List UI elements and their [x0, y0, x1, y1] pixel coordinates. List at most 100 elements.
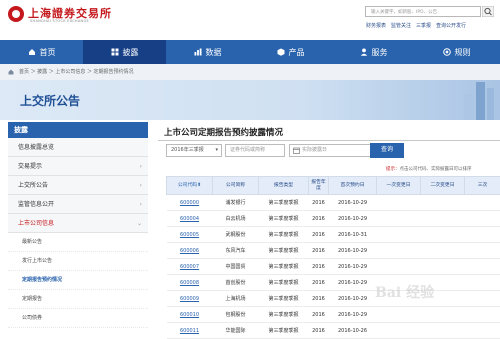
col-company-name: 公司简称 — [213, 177, 259, 195]
company-code-link[interactable]: 600004 — [167, 211, 213, 227]
table-cell: 2016 — [309, 291, 329, 307]
person-icon — [360, 48, 368, 56]
schedule-table: 公司代码⬍ 公司简称 报告类型 报告年度 首次预约日 一次变更日 二次变更日 三… — [166, 176, 500, 339]
breadcrumb-trail[interactable]: 首页 ＞ 披露 ＞ 上市公司信息 ＞ 定期报告预约情况 — [19, 64, 134, 80]
col-first-date[interactable]: 首次预约日 — [329, 177, 377, 195]
nav-products[interactable]: 产品 — [249, 40, 332, 64]
table-cell: 2016-10-29 — [329, 243, 377, 259]
top-link[interactable]: 监管关注 — [391, 22, 411, 29]
table-cell: 浦发银行 — [213, 195, 259, 211]
main-content: 上市公司定期报告预约披露情况 2016年三季报 ▾ 证券代码或简称 实际披露日 … — [158, 122, 500, 327]
top-link[interactable]: 查询公开发行 — [436, 22, 466, 29]
sidebar-subitem-bonds[interactable]: 公司债券 — [8, 309, 148, 328]
table-row: 600009上海机场第三季度季报20162016-10-29 — [167, 291, 500, 307]
table-cell: 2016-10-26 — [329, 323, 377, 339]
sidebar-subitem-reports[interactable]: 定期报告 — [8, 290, 148, 309]
table-cell: 2016-10-29 — [329, 211, 377, 227]
table-cell: 第三季度季报 — [259, 211, 309, 227]
sidebar-item-listed-company[interactable]: 上市公司信息⌄ — [8, 214, 148, 233]
nav-label: 产品 — [289, 47, 305, 58]
top-link[interactable]: 财务报表 — [366, 22, 386, 29]
col-report-type: 报告类型 — [259, 177, 309, 195]
col-change-3: 三次 — [465, 177, 500, 195]
sidebar-item-label: 上市公司信息 — [18, 220, 54, 227]
table-cell: 东风汽车 — [213, 243, 259, 259]
company-code-link[interactable]: 600005 — [167, 227, 213, 243]
query-button[interactable]: 查询 — [370, 143, 404, 158]
nav-label: 规则 — [455, 47, 471, 58]
sort-hint: 提示：点击公司代码、实际披露日可以排序 — [386, 166, 472, 172]
table-cell: 第三季度季报 — [259, 227, 309, 243]
table-cell — [377, 307, 421, 323]
table-cell — [421, 243, 465, 259]
nav-label: 首页 — [40, 47, 56, 58]
site-header: 上海證券交易所 SHANGHAI STOCK EXCHANGE 输入关键字，如新… — [0, 0, 500, 40]
table-cell: 2016-10-29 — [329, 195, 377, 211]
code-input[interactable]: 证券代码或简称 — [225, 144, 285, 157]
table-cell — [465, 259, 500, 275]
col-change-1: 一次变更日 — [377, 177, 421, 195]
company-code-link[interactable]: 600006 — [167, 243, 213, 259]
nav-disclosure[interactable]: 披露 — [83, 40, 166, 64]
column-label: 公司代码 — [178, 183, 197, 188]
sidebar-item-announcements[interactable]: 上交所公告› — [8, 176, 148, 195]
table-cell — [377, 211, 421, 227]
sidebar-subitem-schedule[interactable]: 定期报告预约情况 — [8, 271, 148, 290]
sidebar-subitem-ipo[interactable]: 发行上市公告 — [8, 252, 148, 271]
table-cell: 第三季度季报 — [259, 243, 309, 259]
sidebar-submenu: 最新公告 发行上市公告 定期报告预约情况 定期报告 公司债券 — [8, 233, 148, 328]
table-cell: 2016 — [309, 275, 329, 291]
table-cell: 白云机场 — [213, 211, 259, 227]
table-cell — [465, 227, 500, 243]
table-cell: 包钢股份 — [213, 307, 259, 323]
table-cell: 2016 — [309, 307, 329, 323]
chevron-right-icon: › — [140, 176, 142, 195]
company-code-link[interactable]: 600008 — [167, 275, 213, 291]
banner-title: 上交所公告 — [20, 92, 80, 109]
sidebar-heading: 披露 — [8, 122, 148, 138]
chevron-right-icon: › — [140, 157, 142, 176]
sidebar-item-overview[interactable]: 信息披露总览 — [8, 138, 148, 157]
table-cell: 第三季度季报 — [259, 291, 309, 307]
building-graphic — [440, 80, 500, 120]
main-nav: 首页 披露 数据 产品 服务 规则 — [0, 40, 500, 64]
search-input[interactable]: 输入关键字，如新股、IPO、公告 — [365, 6, 481, 17]
nav-label: 数据 — [206, 47, 222, 58]
top-links: 财务报表 监管关注 三季报 查询公开发行 — [366, 22, 466, 29]
breadcrumb: 首页 ＞ 披露 ＞ 上市公司信息 ＞ 定期报告预约情况 — [0, 64, 500, 80]
table-cell: 2016-10-31 — [329, 227, 377, 243]
table-cell: 首创股份 — [213, 275, 259, 291]
sidebar-item-trading-tips[interactable]: 交易提示› — [8, 157, 148, 176]
table-cell: 第三季度季报 — [259, 275, 309, 291]
sort-arrow-icon: ⬍ — [197, 183, 201, 188]
nav-data[interactable]: 数据 — [166, 40, 249, 64]
table-cell: 武钢股份 — [213, 227, 259, 243]
search-icon[interactable] — [482, 6, 494, 17]
table-cell — [465, 243, 500, 259]
company-code-link[interactable]: 600011 — [167, 323, 213, 339]
sidebar-item-regulation[interactable]: 监管信息公开› — [8, 195, 148, 214]
date-input[interactable]: 实际披露日 — [289, 144, 373, 157]
table-cell — [465, 323, 500, 339]
company-code-link[interactable]: 600000 — [167, 195, 213, 211]
nav-services[interactable]: 服务 — [332, 40, 415, 64]
table-cell: 2016-10-29 — [329, 307, 377, 323]
table-cell — [421, 195, 465, 211]
table-cell: 2016-10-29 — [329, 259, 377, 275]
top-link[interactable]: 三季报 — [416, 22, 431, 29]
table-header-row: 公司代码⬍ 公司简称 报告类型 报告年度 首次预约日 一次变更日 二次变更日 三… — [167, 177, 500, 195]
company-code-link[interactable]: 600010 — [167, 307, 213, 323]
home-icon[interactable] — [8, 69, 14, 75]
table-cell: 第三季度季报 — [259, 323, 309, 339]
table-cell: 2016 — [309, 259, 329, 275]
sidebar-subitem-latest[interactable]: 最新公告 — [8, 233, 148, 252]
nav-rules[interactable]: 规则 — [415, 40, 498, 64]
period-select[interactable]: 2016年三季报 ▾ — [166, 144, 222, 157]
col-company-code[interactable]: 公司代码⬍ — [167, 177, 213, 195]
company-code-link[interactable]: 600009 — [167, 291, 213, 307]
nav-home[interactable]: 首页 — [0, 40, 83, 64]
grid-icon — [111, 48, 119, 56]
exchange-logo[interactable] — [8, 6, 24, 22]
sidebar: 披露 信息披露总览 交易提示› 上交所公告› 监管信息公开› 上市公司信息⌄ 最… — [8, 122, 148, 327]
company-code-link[interactable]: 600007 — [167, 259, 213, 275]
